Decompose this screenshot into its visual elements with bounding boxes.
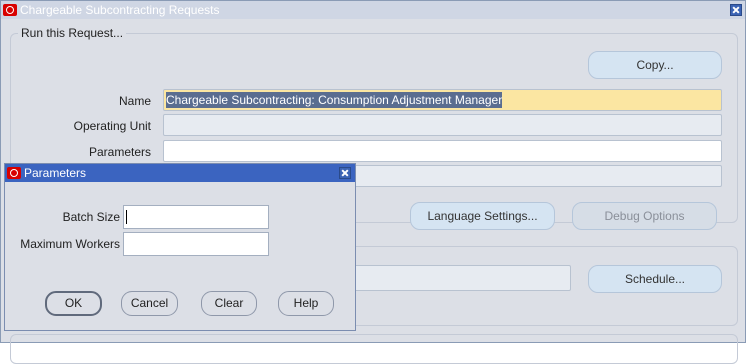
text-cursor xyxy=(126,210,127,224)
parameters-close-icon[interactable] xyxy=(339,167,351,179)
parameters-field[interactable] xyxy=(163,140,722,162)
parameters-dialog: Parameters Batch Size Maximum Workers OK… xyxy=(4,163,356,331)
name-field[interactable]: Chargeable Subcontracting: Consumption A… xyxy=(163,89,722,111)
main-window-title: Chargeable Subcontracting Requests xyxy=(20,3,220,17)
copy-button[interactable]: Copy... xyxy=(588,51,722,79)
lower-group xyxy=(10,334,738,364)
name-field-value: Chargeable Subcontracting: Consumption A… xyxy=(166,92,503,108)
cancel-button[interactable]: Cancel xyxy=(121,291,178,316)
parameters-label: Parameters xyxy=(88,145,151,159)
operating-unit-field[interactable] xyxy=(163,114,722,136)
debug-options-button[interactable]: Debug Options xyxy=(572,202,717,230)
clear-button[interactable]: Clear xyxy=(201,291,257,316)
main-titlebar: Chargeable Subcontracting Requests xyxy=(1,1,745,19)
language-settings-button[interactable]: Language Settings... xyxy=(410,202,555,230)
maximum-workers-field[interactable] xyxy=(123,232,269,256)
run-request-group-label: Run this Request... xyxy=(18,26,127,40)
maximum-workers-label: Maximum Workers xyxy=(20,237,120,251)
oracle-logo-icon xyxy=(3,4,17,16)
name-label: Name xyxy=(118,94,151,108)
ok-button[interactable]: OK xyxy=(45,291,102,316)
main-close-icon[interactable] xyxy=(730,4,742,16)
batch-size-field[interactable] xyxy=(123,205,269,229)
help-button[interactable]: Help xyxy=(278,291,334,316)
schedule-field[interactable] xyxy=(341,265,571,291)
parameters-dialog-title: Parameters xyxy=(24,166,87,180)
schedule-button[interactable]: Schedule... xyxy=(588,265,722,293)
operating-unit-label: Operating Unit xyxy=(73,119,151,133)
batch-size-label: Batch Size xyxy=(62,210,120,224)
oracle-logo-icon xyxy=(7,167,21,179)
parameters-titlebar: Parameters xyxy=(5,164,355,182)
